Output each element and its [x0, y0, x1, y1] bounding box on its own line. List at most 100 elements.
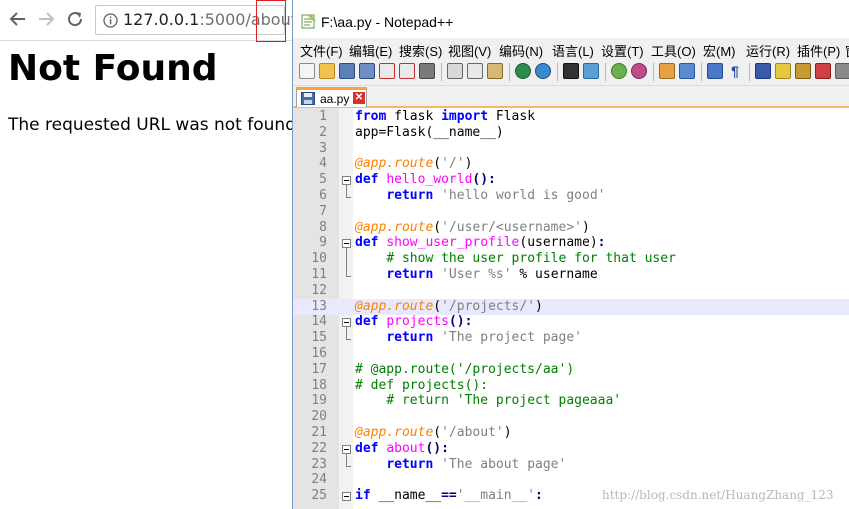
document-map-icon[interactable]	[795, 63, 811, 79]
code-token: if	[355, 488, 371, 504]
tab-close-icon[interactable]: ✕	[353, 92, 365, 104]
record-macro-icon[interactable]	[815, 63, 831, 79]
page-message: The requested URL was not found o	[8, 115, 312, 135]
indent-guide-icon[interactable]	[755, 63, 771, 79]
code-line[interactable]: 16	[293, 346, 849, 362]
fold-toggle-icon[interactable]	[342, 444, 351, 454]
code-line[interactable]: 15 return 'The project page'	[293, 330, 849, 346]
back-button[interactable]	[7, 8, 29, 30]
fold-toggle-icon[interactable]	[342, 239, 351, 249]
menu-run[interactable]: 运行(R)	[746, 41, 790, 60]
replace-icon[interactable]	[583, 63, 599, 79]
sync-vertical-icon[interactable]	[659, 63, 675, 79]
close-icon[interactable]	[379, 63, 395, 79]
word-wrap-icon[interactable]	[707, 63, 723, 79]
line-number: 13	[311, 298, 327, 314]
code-line[interactable]: 13 @app.route('/projects/')	[293, 298, 849, 315]
sync-horizontal-icon[interactable]	[679, 63, 695, 79]
code-text: return 'The about page'	[355, 457, 566, 473]
stop-macro-icon[interactable]	[835, 63, 849, 79]
fold-toggle-icon[interactable]	[342, 318, 351, 328]
undo-icon[interactable]	[515, 63, 531, 79]
zoom-out-icon[interactable]	[631, 63, 647, 79]
code-line[interactable]: 18 # def projects():	[293, 378, 849, 394]
language-icon[interactable]	[775, 63, 791, 79]
code-line[interactable]: 19 # return 'The project pageaaa'	[293, 393, 849, 409]
reload-button[interactable]	[64, 8, 86, 30]
menu-language[interactable]: 语言(L)	[552, 41, 594, 60]
menu-search[interactable]: 搜索(S)	[399, 41, 442, 60]
save-all-icon[interactable]	[359, 63, 375, 79]
fold-end	[346, 465, 351, 467]
fold-toggle-icon[interactable]	[342, 176, 351, 186]
print-icon[interactable]	[419, 63, 435, 79]
code-line[interactable]: 8 @app.route('/user/<username>')	[293, 220, 849, 236]
line-number: 23	[311, 456, 327, 472]
code-token: '/'	[441, 156, 465, 172]
code-line[interactable]: 9 def show_user_profile(username):	[293, 235, 849, 251]
tab-aa-py[interactable]: aa.py ✕	[296, 87, 367, 107]
code-line[interactable]: 11 return 'User %s' % username	[293, 267, 849, 283]
code-line[interactable]: 23 return 'The about page'	[293, 457, 849, 473]
show-all-chars-icon[interactable]: ¶	[727, 63, 743, 79]
code-line[interactable]: 22 def about():	[293, 441, 849, 457]
copy-icon[interactable]	[467, 63, 483, 79]
code-line[interactable]: 17 # @app.route('/projects/aa')	[293, 362, 849, 378]
menu-macro[interactable]: 宏(M)	[703, 41, 736, 60]
code-token: return	[386, 188, 434, 203]
menu-plugins[interactable]: 插件(P)	[797, 41, 840, 60]
code-line[interactable]: 12	[293, 283, 849, 299]
info-icon[interactable]	[103, 13, 118, 28]
code-text: from flask import Flask	[355, 109, 535, 125]
cut-icon[interactable]	[447, 63, 463, 79]
code-line[interactable]: 1 from flask import Flask	[293, 109, 849, 125]
code-line[interactable]: 24	[293, 472, 849, 488]
notepad-app-icon	[301, 14, 316, 29]
menu-tools[interactable]: 工具(O)	[651, 41, 696, 60]
find-icon[interactable]	[563, 63, 579, 79]
code-line[interactable]: 2 app=Flask(__name__)	[293, 125, 849, 141]
close-all-icon[interactable]	[399, 63, 415, 79]
line-number: 16	[311, 346, 327, 361]
code-editor[interactable]: 1 from flask import Flask 2 app=Flask(__nam…	[293, 108, 849, 509]
new-file-icon[interactable]	[299, 63, 315, 79]
menu-view[interactable]: 视图(V)	[448, 41, 491, 60]
menu-bar: 文件(F) 编辑(E) 搜索(S) 视图(V) 编码(N) 语言(L) 设置(T…	[293, 39, 849, 59]
code-line[interactable]: 20	[293, 409, 849, 425]
forward-button[interactable]	[35, 8, 57, 30]
line-number: 21	[311, 425, 327, 440]
code-token: '/user/<username>'	[441, 219, 582, 235]
code-line[interactable]: 7	[293, 204, 849, 220]
menu-settings[interactable]: 设置(T)	[601, 41, 644, 60]
menu-file[interactable]: 文件(F)	[300, 41, 343, 60]
menu-window[interactable]: 窗	[845, 41, 849, 60]
code-line[interactable]: 10 # show the user profile for that user	[293, 251, 849, 267]
line-number: 8	[319, 219, 327, 235]
paste-icon[interactable]	[487, 63, 503, 79]
code-line[interactable]: 4 @app.route('/')	[293, 156, 849, 172]
code-text: def about():	[355, 441, 449, 457]
code-line[interactable]: 14 def projects():	[293, 314, 849, 330]
code-line[interactable]: 21 @app.route('/about')	[293, 425, 849, 441]
fold-toggle-icon[interactable]	[342, 492, 351, 502]
line-number: 9	[319, 235, 327, 251]
code-line[interactable]: 6 return 'hello world is good'	[293, 188, 849, 204]
code-token: 'The project page'	[441, 330, 582, 346]
code-line[interactable]: 3	[293, 141, 849, 157]
menu-edit[interactable]: 编辑(E)	[349, 41, 392, 60]
code-line[interactable]: 5 def hello_world():	[293, 172, 849, 188]
open-file-icon[interactable]	[319, 63, 335, 79]
zoom-in-icon[interactable]	[611, 63, 627, 79]
title-bar: F:\aa.py - Notepad++	[293, 0, 849, 38]
browser-toolbar: 127.0.0.1:5000/about/	[0, 0, 302, 41]
menu-encoding[interactable]: 编码(N)	[499, 41, 543, 60]
code-text: return 'The project page'	[355, 330, 582, 346]
code-token: % username	[511, 267, 598, 282]
code-token: '/projects/'	[441, 298, 536, 314]
redo-icon[interactable]	[535, 63, 551, 79]
save-icon[interactable]	[339, 63, 355, 79]
